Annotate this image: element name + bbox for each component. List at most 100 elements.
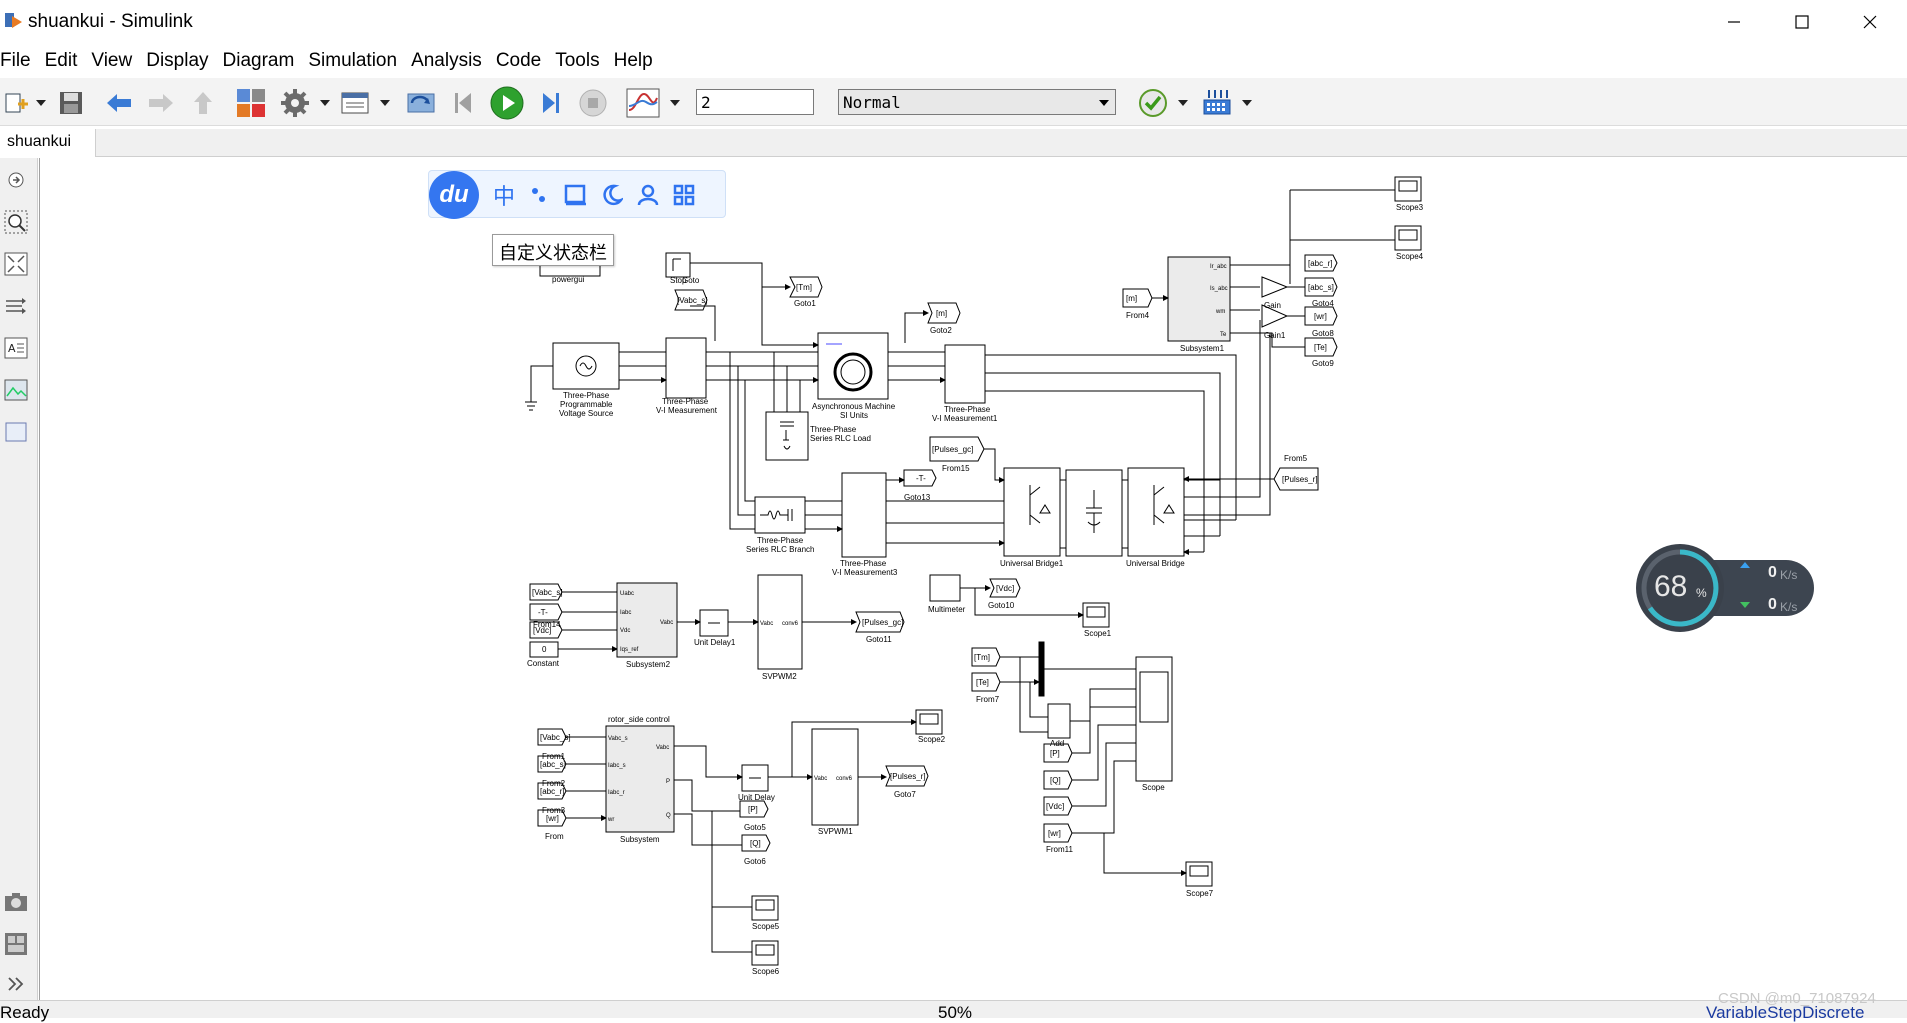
constant-label: Constant — [527, 659, 560, 668]
scope-block[interactable] — [1135, 656, 1173, 782]
scope1-block[interactable] — [1082, 602, 1110, 628]
goto13-label: Goto13 — [904, 493, 931, 502]
svpwm1-label: SVPWM1 — [818, 827, 853, 836]
svpwm1-port-1: conv6 — [836, 776, 853, 782]
from4-label: From4 — [1126, 311, 1150, 320]
sub2-port-3: Iqs_ref — [620, 647, 639, 653]
sub2-port-0: Uabc — [620, 591, 634, 597]
machine-name-2: SI Units — [840, 411, 868, 420]
upload-unit: K/s — [1780, 568, 1798, 582]
sub-port-3: wr — [607, 817, 614, 823]
chinese-mode-icon[interactable]: 中 — [489, 181, 519, 209]
scope5-block[interactable] — [751, 895, 779, 921]
svpwm2-port-1: conv6 — [782, 621, 799, 627]
skin-icon[interactable] — [561, 181, 591, 209]
upload-speed: 0 — [1768, 564, 1777, 581]
download-unit: K/s — [1780, 600, 1798, 614]
unit-delay-block[interactable] — [741, 764, 769, 792]
user-icon[interactable] — [633, 181, 663, 209]
network-speed-widget[interactable]: 68 % 0 K/s 0 K/s — [1634, 542, 1818, 634]
abc-r-text: [abc_r] — [1308, 259, 1332, 268]
sub1-port-2: wm — [1215, 309, 1225, 315]
rlc-branch-name-1: Three-Phase — [757, 536, 804, 545]
universal-bridge-block[interactable] — [1127, 467, 1185, 557]
night-mode-icon[interactable] — [597, 181, 627, 209]
machine-name-1: Asynchronous Machine — [812, 402, 896, 411]
vi-measurement-block[interactable] — [665, 337, 707, 399]
ub-label: Universal Bridge — [1126, 559, 1185, 568]
gain-label: Gain — [1264, 301, 1281, 310]
vi-measurement1-block[interactable] — [944, 344, 986, 404]
status-ready: Ready — [0, 1003, 50, 1022]
scope6-block[interactable] — [751, 940, 779, 966]
scope3-block[interactable] — [1394, 176, 1422, 202]
sub-input-1: [abc_s] — [540, 760, 566, 769]
scope-label: Scope — [1142, 783, 1165, 792]
q-goto-text: [Q] — [750, 839, 761, 848]
sub2-port-4: Vabc — [660, 620, 673, 626]
m-goto-text: [m] — [936, 309, 947, 318]
gain-block[interactable] — [1261, 276, 1289, 298]
powergui-label: powergui — [552, 275, 585, 284]
multimeter-block[interactable] — [929, 574, 961, 602]
source-name-1: Three-Phase — [563, 391, 610, 400]
scope-input-2: [P] — [1050, 749, 1060, 758]
wr-text: [wr] — [1314, 312, 1327, 321]
asynchronous-machine-block[interactable] — [817, 332, 889, 400]
vi3-name-1: Three-Phase — [840, 559, 887, 568]
vi1-name-1: Three-Phase — [662, 397, 709, 406]
goto2-label: Goto2 — [930, 326, 952, 335]
multimeter-label: Multimeter — [928, 605, 966, 614]
rlc-branch-block[interactable] — [754, 496, 806, 534]
goto11-label: Goto11 — [866, 635, 892, 644]
sub2-input-3: 0 — [542, 645, 547, 654]
baidu-ime-toolbar[interactable]: du 中 — [428, 170, 726, 219]
csdn-watermark: CSDN @m0_71087924 — [1718, 990, 1876, 1007]
scope7-block[interactable] — [1185, 861, 1213, 887]
vi-measurement3-block[interactable] — [841, 472, 887, 558]
baidu-logo-icon[interactable]: du — [429, 171, 479, 219]
simulink-diagram: powergui Stop Goto [Tm] Goto1 [m] Goto2 … — [525, 176, 1424, 976]
goto-text: Goto — [682, 276, 700, 285]
sub-port-2: Iabc_r — [608, 790, 625, 796]
from11-label: From11 — [1046, 845, 1074, 854]
scope7-label: Scope7 — [1186, 889, 1214, 898]
sub-port-6: Q — [666, 813, 671, 819]
unit-delay1-block[interactable] — [699, 609, 729, 637]
p-goto-text: [P] — [748, 805, 758, 814]
goto8-label: Goto8 — [1312, 329, 1334, 338]
from-label: From — [545, 832, 564, 841]
scope3-label: Scope3 — [1396, 203, 1424, 212]
vi1-name-2: V-I Measurement — [656, 406, 718, 415]
from5-label: From5 — [1284, 454, 1308, 463]
vi2-name-2: V-I Measurement1 — [932, 414, 998, 423]
gain1-label: Gain1 — [1264, 331, 1286, 340]
ub1-label: Universal Bridge1 — [1000, 559, 1064, 568]
cpu-percent-unit: % — [1696, 586, 1707, 600]
three-phase-source-block[interactable] — [552, 342, 620, 390]
rlc-branch-name-2: Series RLC Branch — [746, 545, 814, 554]
scope4-label: Scope4 — [1396, 252, 1424, 261]
from2-label: From2 — [542, 779, 566, 788]
sub2-input-0: [Vabc_s] — [532, 588, 563, 597]
sub-port-4: Vabc — [656, 745, 669, 751]
scope4-block[interactable] — [1394, 225, 1422, 251]
scope2-block[interactable] — [915, 709, 943, 735]
punctuation-icon[interactable] — [525, 181, 555, 209]
add-block[interactable] — [1047, 703, 1071, 739]
rlc-load-block[interactable] — [765, 411, 809, 461]
grid-menu-icon[interactable] — [669, 181, 699, 209]
universal-bridge1-block[interactable] — [1003, 467, 1061, 557]
scope6-label: Scope6 — [752, 967, 780, 976]
status-bar-tooltip: 自定义状态栏 — [492, 234, 614, 266]
pulses-gc-from-text: [Pulses_gc] — [932, 445, 973, 454]
status-zoom: 50% — [938, 1003, 973, 1022]
dc-link-block[interactable] — [1065, 469, 1123, 557]
from14-label: From14 — [533, 620, 561, 629]
stop-block[interactable] — [665, 252, 691, 278]
goto1-label: Goto1 — [794, 299, 816, 308]
from15-label: From15 — [942, 464, 970, 473]
source-name-3: Voltage Source — [559, 409, 614, 418]
sub-input-0: [Vabc_s] — [540, 733, 571, 742]
sub1-port-3: Te — [1220, 332, 1227, 338]
